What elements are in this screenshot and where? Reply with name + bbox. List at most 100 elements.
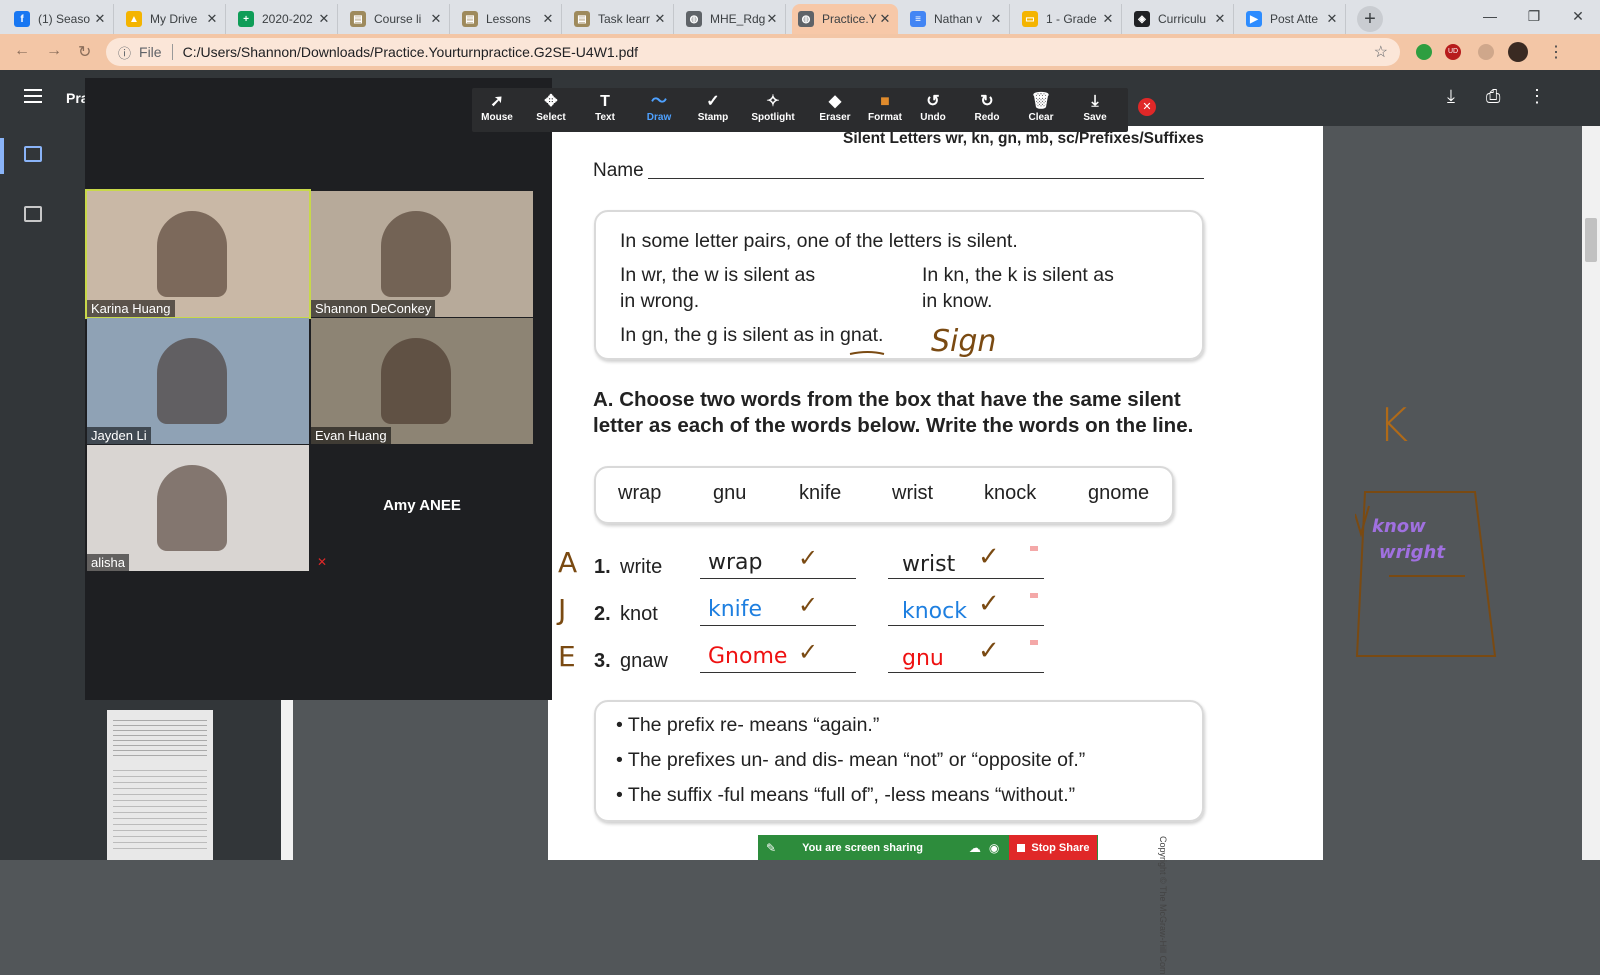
download-icon[interactable]: ⤓	[1447, 86, 1455, 107]
tab-favicon-icon: ▲	[126, 11, 142, 27]
tab-title: Curriculu	[1158, 12, 1207, 26]
scroll-thumb[interactable]	[1585, 218, 1597, 262]
ublock-icon[interactable]: UD	[1445, 44, 1461, 60]
pdf-scrollbar[interactable]	[1582, 126, 1600, 860]
info-icon[interactable]: ⓘ	[118, 43, 131, 62]
annotate-label: Mouse	[481, 112, 513, 123]
tab-close-icon[interactable]: ✕	[1213, 11, 1227, 27]
annotate-eraser-button[interactable]: ◆ Eraser	[810, 92, 860, 123]
tab-favicon-icon: ◈	[1134, 11, 1150, 27]
new-tab-button[interactable]: +	[1357, 6, 1383, 32]
menu-icon[interactable]	[24, 89, 42, 103]
item-word: gnaw	[620, 650, 668, 672]
browser-tab[interactable]: ▭ 1 - Grade ✕	[1016, 4, 1122, 34]
tab-close-icon[interactable]: ✕	[317, 11, 331, 27]
answer-2: knock	[902, 599, 967, 624]
browser-tab[interactable]: ≡ Nathan v ✕	[904, 4, 1010, 34]
browser-tab[interactable]: ▤ Task learr ✕	[568, 4, 674, 34]
back-icon[interactable]: ←	[14, 42, 30, 60]
tab-close-icon[interactable]: ✕	[205, 11, 219, 27]
pdf-page: Silent Letters wr, kn, gn, mb, sc/Prefix…	[548, 126, 1323, 975]
close-annotate-icon[interactable]: ✕	[1138, 98, 1156, 116]
name-line	[648, 178, 1204, 179]
screen-share-bar: ✎ You are screen sharing ☁ ◉ Stop Share	[758, 835, 1098, 860]
muted-mic-icon: ✕	[317, 555, 328, 569]
participant-name: Evan Huang	[311, 427, 391, 444]
margin-word-wright: wright	[1379, 542, 1445, 563]
browser-tab[interactable]: ◍ MHE_Rdg ✕	[680, 4, 786, 34]
bullet-icon: •	[616, 714, 628, 736]
tab-close-icon[interactable]: ✕	[765, 11, 779, 27]
annotate-spotlight-button[interactable]: ✧ Spotlight	[748, 92, 798, 123]
tab-close-icon[interactable]: ✕	[1325, 11, 1339, 27]
annotate-mouse-button[interactable]: ➚ Mouse	[472, 92, 522, 123]
more-options-icon[interactable]: ⋮	[1528, 86, 1546, 107]
participant-name: Shannon DeConkey	[311, 300, 436, 317]
instruction-line-1: A. Choose two words from the box that ha…	[593, 388, 1181, 411]
tab-title: Practice.Y	[822, 12, 877, 26]
participant-tile[interactable]: Karina Huang	[85, 189, 311, 319]
share-pin-icon[interactable]: ✎	[766, 841, 776, 855]
annotate-format-button[interactable]: ■ Format	[860, 92, 910, 123]
spotlight-icon: ✧	[766, 93, 780, 110]
annotate-select-button[interactable]: ✥ Select	[526, 92, 576, 123]
browser-tab[interactable]: ▤ Lessons ✕	[456, 4, 562, 34]
maximize-button[interactable]: ❐	[1512, 0, 1556, 32]
stop-share-button[interactable]: Stop Share	[1009, 835, 1098, 860]
extension-green-icon[interactable]	[1416, 44, 1432, 60]
close-window-button[interactable]: ✕	[1556, 0, 1600, 32]
outline-icon[interactable]	[24, 206, 42, 222]
tab-close-icon[interactable]: ✕	[1101, 11, 1115, 27]
tab-title: Course li	[374, 12, 422, 26]
browser-tab[interactable]: ▲ My Drive ✕	[120, 4, 226, 34]
rule-gn: In gn, the g is silent as in gnat.	[620, 324, 884, 346]
tab-close-icon[interactable]: ✕	[653, 11, 667, 27]
student-initial: E	[558, 640, 576, 673]
answer-line-1	[700, 625, 856, 626]
chrome-menu-icon[interactable]: ⋮	[1548, 42, 1564, 62]
participant-tile[interactable]: Evan Huang	[311, 318, 533, 444]
participant-tile[interactable]: Shannon DeConkey	[311, 191, 533, 317]
stop-share-label: Stop Share	[1031, 841, 1090, 854]
forward-icon[interactable]: →	[46, 42, 62, 60]
browser-tab[interactable]: ◈ Curriculu ✕	[1128, 4, 1234, 34]
annotate-undo-button[interactable]: ↺ Undo	[908, 92, 958, 123]
annotate-clear-button[interactable]: 🗑 Clear	[1016, 92, 1066, 123]
address-bar[interactable]: ⓘ File C:/Users/Shannon/Downloads/Practi…	[106, 38, 1400, 66]
tab-close-icon[interactable]: ✕	[541, 11, 555, 27]
tab-close-icon[interactable]: ✕	[429, 11, 443, 27]
annotate-text-button[interactable]: T Text	[580, 92, 630, 123]
participant-tile[interactable]: Amy ANEE ✕	[311, 445, 533, 571]
annotate-draw-button[interactable]: 〜 Draw	[634, 92, 684, 123]
annotate-label: Select	[536, 112, 566, 123]
tab-close-icon[interactable]: ✕	[989, 11, 1003, 27]
print-icon[interactable]: ⎙	[1486, 86, 1500, 107]
profile-avatar[interactable]	[1508, 42, 1528, 62]
tab-close-icon[interactable]: ✕	[93, 11, 107, 27]
stop-icon	[1017, 843, 1026, 852]
browser-tab[interactable]: ◍ Practice.Y ✕	[792, 4, 898, 34]
extension-puzzle-icon[interactable]	[1478, 44, 1494, 60]
page-thumbnail[interactable]	[107, 710, 213, 860]
pink-mark	[1030, 640, 1038, 645]
annotate-stamp-button[interactable]: ✓ Stamp	[688, 92, 738, 123]
browser-tab[interactable]: ▤ Course li ✕	[344, 4, 450, 34]
annotate-redo-button[interactable]: ↻ Redo	[962, 92, 1012, 123]
bullet-icon: •	[616, 749, 628, 771]
browser-tab[interactable]: +2020-202 ✕	[232, 4, 338, 34]
item-word: write	[620, 556, 663, 578]
word-box-word: knife	[799, 482, 842, 504]
participant-tile[interactable]: Jayden Li	[87, 318, 309, 444]
tab-close-icon[interactable]: ✕	[878, 11, 892, 27]
annotate-save-button[interactable]: ⤓ Save	[1070, 92, 1120, 123]
minimize-button[interactable]: —	[1468, 0, 1512, 32]
browser-tab[interactable]: f (1) Seaso ✕	[8, 4, 114, 34]
bullet-icon: •	[616, 784, 628, 806]
reload-icon[interactable]: ↻	[78, 42, 91, 62]
browser-tab[interactable]: ▶ Post Atte ✕	[1240, 4, 1346, 34]
word-box-word: gnu	[713, 482, 747, 504]
bookmark-star-icon[interactable]: ☆	[1374, 42, 1388, 62]
answer-2: wrist	[902, 552, 956, 577]
participant-tile[interactable]: alisha	[87, 445, 309, 571]
thumbnails-icon[interactable]	[24, 146, 42, 162]
